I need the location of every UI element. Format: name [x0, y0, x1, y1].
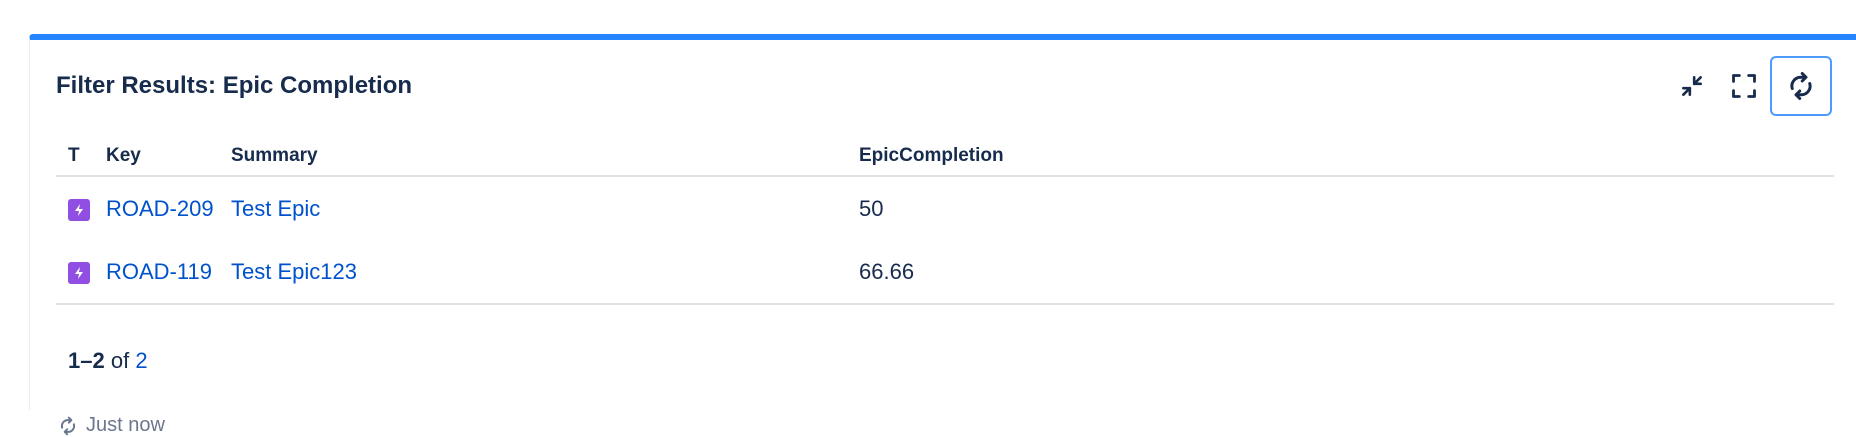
issue-summary-link[interactable]: Test Epic: [231, 196, 320, 221]
epic-lightning-icon: [68, 198, 90, 221]
pagination-range: 1–2: [68, 348, 105, 373]
column-header-summary[interactable]: Summary: [231, 136, 859, 177]
column-header-key[interactable]: Key: [106, 136, 231, 177]
refresh-icon: [1790, 72, 1812, 100]
gadget-title: Filter Results: Epic Completion: [56, 72, 413, 99]
column-header-epic-completion[interactable]: EpicCompletion: [859, 136, 1834, 177]
refresh-icon: [60, 416, 76, 435]
table-row: ROAD-209 Test Epic 50: [56, 176, 1834, 240]
results-table: T Key Summary EpicCompletion ROAD-209 Te…: [56, 136, 1834, 305]
fullscreen-button[interactable]: [1718, 56, 1770, 116]
issue-type-cell: [56, 176, 106, 240]
filter-results-gadget: Filter Results: Epic Completion T Key Su…: [29, 34, 1856, 436]
table-header-row: T Key Summary EpicCompletion: [56, 136, 1834, 177]
minimize-arrows-icon: [1682, 76, 1702, 96]
issue-summary-cell: Test Epic123: [231, 240, 859, 305]
issue-summary-link[interactable]: Test Epic123: [231, 259, 357, 284]
refresh-button[interactable]: [1770, 56, 1832, 116]
minimize-button[interactable]: [1666, 56, 1718, 116]
gadget-toolbar: [1666, 56, 1832, 116]
epic-completion-value: 66.66: [859, 240, 1834, 305]
gadget-footer: Just now: [58, 414, 165, 437]
fullscreen-corners-icon: [1732, 74, 1756, 98]
issue-key-link[interactable]: ROAD-119: [106, 259, 212, 284]
column-header-type[interactable]: T: [56, 136, 106, 177]
table-row: ROAD-119 Test Epic123 66.66: [56, 240, 1834, 305]
last-updated-text: Just now: [86, 414, 165, 436]
epic-lightning-icon: [68, 261, 90, 284]
pagination-total-link[interactable]: 2: [135, 348, 147, 373]
issue-key-link[interactable]: ROAD-209: [106, 196, 214, 221]
issue-key-cell: ROAD-209: [106, 176, 231, 240]
epic-completion-value: 50: [859, 195, 884, 221]
pagination-count: 1–2 of 2: [68, 348, 148, 374]
issue-key-cell: ROAD-119: [106, 240, 231, 305]
issue-summary-cell: Test Epic: [231, 176, 859, 240]
pagination-of: of: [110, 348, 130, 373]
issue-type-cell: [56, 240, 106, 305]
